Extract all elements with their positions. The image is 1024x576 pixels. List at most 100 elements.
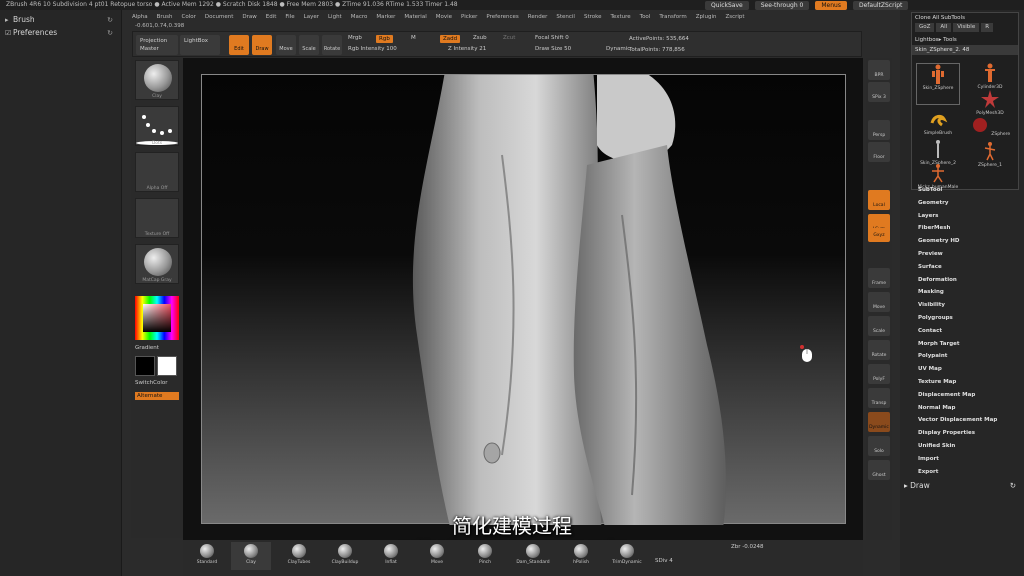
menu-file[interactable]: File — [285, 12, 294, 22]
mrgb-button[interactable]: Mrgb — [348, 35, 362, 41]
goz-button[interactable]: GoZ — [915, 23, 935, 32]
switch-color-button[interactable]: SwitchColor — [135, 380, 168, 386]
ghost-button[interactable]: Ghost — [868, 460, 890, 480]
menu-macro[interactable]: Macro — [351, 12, 368, 22]
all-button[interactable]: All — [936, 23, 952, 32]
menu-document[interactable]: Document — [205, 12, 234, 22]
brush-trimdynamic[interactable]: TrimDynamic — [607, 542, 647, 570]
solo-button[interactable]: Solo — [868, 436, 890, 456]
subpalette-preview[interactable]: Preview — [918, 248, 1018, 261]
tool-simplebrush[interactable]: SimpleBrush — [916, 109, 960, 137]
frame-button[interactable]: Frame — [868, 268, 890, 288]
subpalette-uv-map[interactable]: UV Map — [918, 363, 1018, 376]
z-intensity-slider[interactable]: Z Intensity 21 — [448, 46, 486, 52]
spix-button[interactable]: SPix 3 — [868, 82, 890, 102]
subpalette-visibility[interactable]: Visibility — [918, 299, 1018, 312]
subpalette-geometry-hd[interactable]: Geometry HD — [918, 235, 1018, 248]
viewport-canvas[interactable] — [183, 58, 863, 540]
floor-button[interactable]: Floor — [868, 142, 890, 162]
zbr-slider[interactable]: Zbr -0.0248 — [731, 544, 764, 550]
subpalette-subtool[interactable]: SubTool — [918, 184, 1018, 197]
subpalette-polypaint[interactable]: Polypaint — [918, 350, 1018, 363]
subpalette-vector-displacement-map[interactable]: Vector Displacement Map — [918, 414, 1018, 427]
subpalette-morph-target[interactable]: Morph Target — [918, 338, 1018, 351]
subpalette-texture-map[interactable]: Texture Map — [918, 376, 1018, 389]
scale-view-button[interactable]: Scale — [868, 316, 890, 336]
subpalette-polygroups[interactable]: Polygroups — [918, 312, 1018, 325]
document-area[interactable] — [201, 59, 846, 535]
subpalette-deformation[interactable]: Deformation — [918, 274, 1018, 287]
subpalette-masking[interactable]: Masking — [918, 286, 1018, 299]
left-tray-item-preferences[interactable]: ☑ Preferences ↻ — [0, 26, 121, 39]
color-square[interactable] — [143, 304, 171, 332]
rgb-intensity-slider[interactable]: Rgb Intensity 100 — [348, 46, 397, 52]
alternate-button[interactable]: Alternate — [135, 392, 179, 400]
zadd-button[interactable]: Zadd — [440, 35, 461, 43]
menu-tool[interactable]: Tool — [640, 12, 651, 22]
sdiv-slider[interactable]: SDiv 4 — [655, 558, 673, 564]
scale-button[interactable]: Scale — [299, 35, 319, 55]
local-button[interactable]: Local — [868, 190, 890, 210]
menu-stroke[interactable]: Stroke — [584, 12, 602, 22]
left-tray-item-brush[interactable]: ▸ Brush ↻ — [0, 13, 121, 26]
secondary-color-swatch[interactable] — [135, 356, 155, 376]
menu-texture[interactable]: Texture — [611, 12, 631, 22]
tool-zsphere[interactable]: ZSphere — [968, 115, 1012, 143]
gxyz-button[interactable]: Gxyz — [868, 228, 890, 242]
menus-button[interactable]: Menus — [815, 0, 847, 10]
subpalette-normal-map[interactable]: Normal Map — [918, 402, 1018, 415]
brush-claybuildup[interactable]: ClayBuildup — [325, 542, 365, 570]
draw-button[interactable]: Draw — [252, 35, 272, 55]
refresh-icon[interactable]: ↻ — [107, 29, 113, 37]
move-button[interactable]: Move — [276, 35, 296, 55]
menu-edit[interactable]: Edit — [266, 12, 277, 22]
stroke-thumbnail[interactable]: Dots — [135, 106, 179, 146]
material-thumbnail[interactable]: MatCap Gray — [135, 244, 179, 284]
menu-marker[interactable]: Marker — [376, 12, 395, 22]
menu-brush[interactable]: Brush — [157, 12, 173, 22]
see-through-slider[interactable]: See-through 0 — [754, 0, 810, 10]
tool-polymesh3d[interactable]: PolyMesh3D — [968, 89, 1012, 117]
tool-skin-zsphere[interactable]: Skin_ZSphere — [916, 63, 960, 105]
color-picker[interactable] — [135, 296, 179, 340]
brush-move[interactable]: Move — [417, 542, 457, 570]
rotate-button[interactable]: Rotate — [322, 35, 342, 55]
dynamic-view-button[interactable]: Dynamic — [868, 412, 890, 432]
zcut-button[interactable]: Zcut — [503, 35, 515, 41]
polyf-button[interactable]: PolyF — [868, 364, 890, 384]
brush-dam-standard[interactable]: Dam_Standard — [513, 542, 553, 570]
menu-draw[interactable]: Draw — [242, 12, 256, 22]
menu-material[interactable]: Material — [404, 12, 426, 22]
rotate-view-button[interactable]: Rotate — [868, 340, 890, 360]
lightbox-button[interactable]: LightBox — [180, 35, 220, 55]
menu-alpha[interactable]: Alpha — [132, 12, 148, 22]
persp-button[interactable]: Persp — [868, 120, 890, 140]
default-zscript-button[interactable]: DefaultZScript — [852, 0, 909, 10]
brush-clay[interactable]: Clay — [231, 542, 271, 570]
brush-inflat[interactable]: Inflat — [371, 542, 411, 570]
tool-cylinder3d[interactable]: Cylinder3D — [968, 63, 1012, 91]
subpalette-import[interactable]: Import — [918, 453, 1018, 466]
menu-stencil[interactable]: Stencil — [556, 12, 575, 22]
gradient-label[interactable]: Gradient — [135, 345, 159, 351]
menu-zplugin[interactable]: Zplugin — [696, 12, 717, 22]
subpalette-layers[interactable]: Layers — [918, 210, 1018, 223]
bpr-button[interactable]: BPR — [868, 60, 890, 80]
menu-transform[interactable]: Transform — [659, 12, 686, 22]
subpalette-geometry[interactable]: Geometry — [918, 197, 1018, 210]
menu-picker[interactable]: Picker — [461, 12, 477, 22]
draw-size-slider[interactable]: Draw Size 50 — [535, 46, 571, 52]
clone-all-subtools-button[interactable]: Clone All SubTools — [912, 13, 1018, 23]
menu-movie[interactable]: Movie — [436, 12, 452, 22]
dynamic-button[interactable]: Dynamic — [606, 46, 630, 52]
transp-button[interactable]: Transp — [868, 388, 890, 408]
subpalette-surface[interactable]: Surface — [918, 261, 1018, 274]
subpalette-displacement-map[interactable]: Displacement Map — [918, 389, 1018, 402]
projection-master-button[interactable]: Projection Master — [136, 35, 178, 55]
tool-zsphere-1[interactable]: ZSphere_1 — [968, 141, 1012, 169]
visible-button[interactable]: Visible — [953, 23, 980, 32]
draw-palette-header[interactable]: ▸ Draw ↻ — [904, 480, 1020, 492]
menu-preferences[interactable]: Preferences — [486, 12, 518, 22]
refresh-icon[interactable]: ↻ — [107, 16, 113, 24]
brush-hpolish[interactable]: hPolish — [561, 542, 601, 570]
